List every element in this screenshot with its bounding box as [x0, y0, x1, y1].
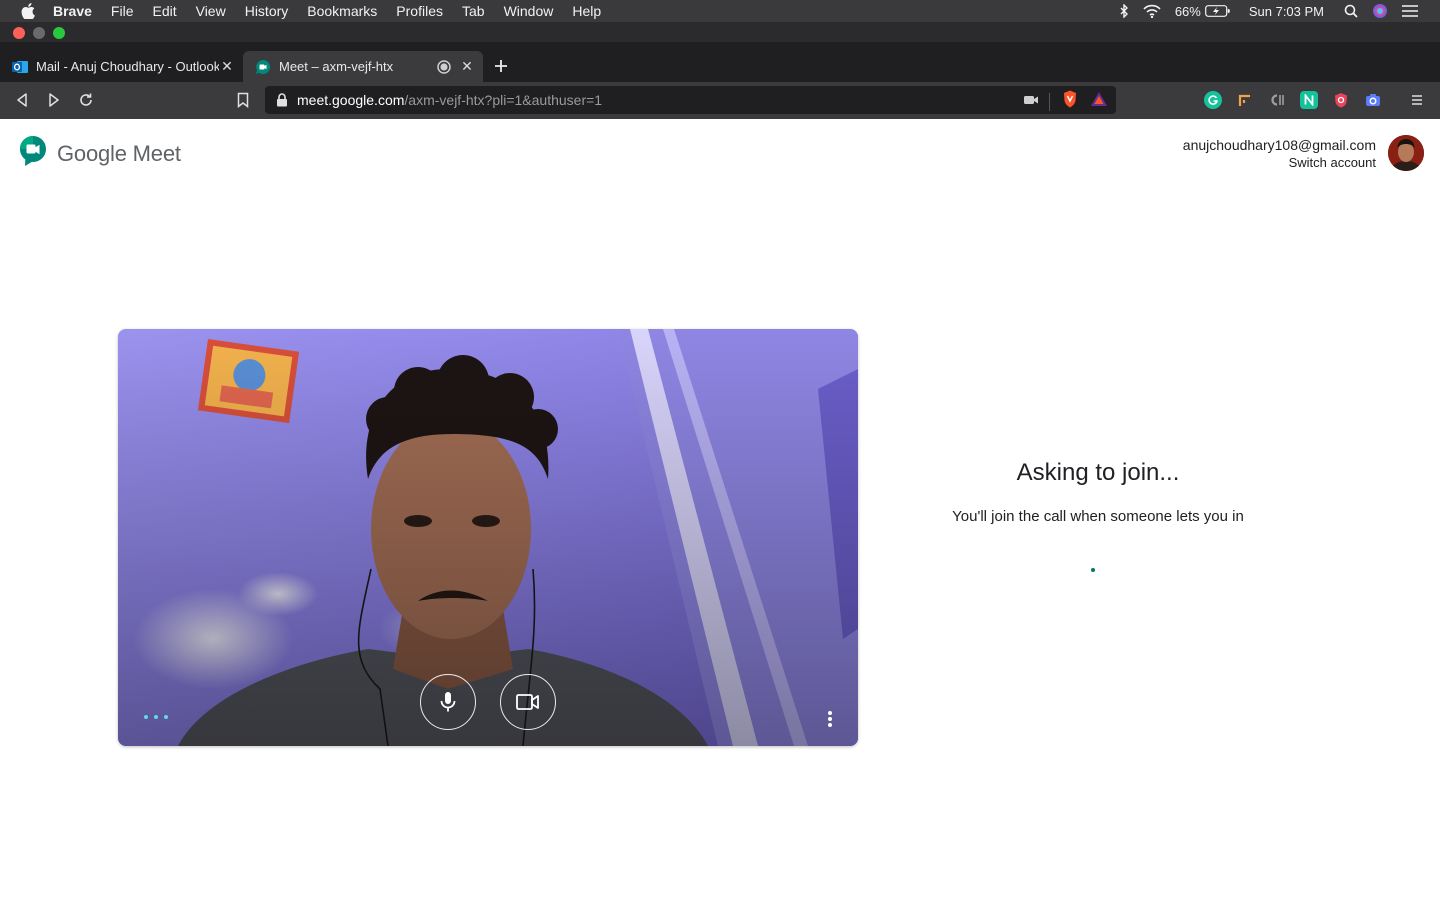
tab-title: Meet – axm-vejf-htx: [279, 59, 394, 74]
battery-icon[interactable]: [1204, 5, 1231, 17]
forward-button[interactable]: [44, 90, 64, 110]
tab-outlook-mail[interactable]: Mail - Anuj Choudhary - Outlook ✕: [0, 51, 243, 82]
camera-video-frame: [118, 329, 858, 746]
browser-toolbar: meet.google.com/axm-vejf-htx?pli=1&authu…: [0, 82, 1440, 119]
account-email: anujchoudhary108@gmail.com: [1182, 137, 1376, 153]
google-meet-logo[interactable]: Google Meet: [19, 135, 181, 172]
menubar-clock[interactable]: Sun 7:03 PM: [1249, 4, 1324, 19]
address-bar-actions: [1011, 90, 1108, 113]
grammarly-extension-icon[interactable]: [1204, 91, 1222, 109]
join-status-title: Asking to join...: [1016, 459, 1180, 486]
screenshot-extension-icon[interactable]: [1364, 91, 1382, 109]
camera-preview: [118, 329, 858, 746]
tab-strip: Mail - Anuj Choudhary - Outlook ✕ Meet –…: [0, 42, 1440, 82]
loading-spinner-icon: [1091, 568, 1095, 572]
google-meet-page: Google Meet anujchoudhary108@gmail.com S…: [0, 119, 1440, 900]
camera-toggle-button[interactable]: [500, 674, 556, 730]
macos-menu-bar: Brave File Edit View History Bookmarks P…: [0, 0, 1440, 22]
window-close-button[interactable]: [13, 27, 25, 39]
tab-close-icon[interactable]: ✕: [219, 58, 235, 75]
brave-shields-icon[interactable]: [1062, 90, 1078, 113]
window-minimize-button[interactable]: [33, 27, 45, 39]
outlook-icon: [12, 59, 28, 75]
tab-google-meet[interactable]: Meet – axm-vejf-htx ✕: [243, 51, 483, 82]
logo-text: Google Meet: [57, 140, 181, 166]
url-text[interactable]: meet.google.com/axm-vejf-htx?pli=1&authu…: [297, 92, 602, 108]
recording-indicator-icon: [437, 59, 451, 74]
back-button[interactable]: [12, 90, 32, 110]
menu-app-name[interactable]: Brave: [53, 3, 92, 19]
switch-account-link[interactable]: Switch account: [1183, 155, 1376, 170]
address-bar[interactable]: meet.google.com/axm-vejf-htx?pli=1&authu…: [265, 86, 1116, 114]
menu-view[interactable]: View: [196, 3, 226, 19]
siri-icon[interactable]: [1372, 3, 1388, 19]
url-host: meet.google.com: [297, 92, 405, 108]
extension-orange-icon[interactable]: [1236, 91, 1254, 109]
menu-edit[interactable]: Edit: [152, 3, 176, 19]
menu-help[interactable]: Help: [572, 3, 601, 19]
account-info: anujchoudhary108@gmail.com Switch accoun…: [1183, 137, 1376, 170]
camera-in-use-icon[interactable]: [1023, 93, 1039, 111]
url-path: /axm-vejf-htx?pli=1&authuser=1: [404, 92, 603, 108]
video-camera-icon: [516, 694, 539, 710]
wifi-icon[interactable]: [1143, 4, 1161, 18]
apple-icon[interactable]: [19, 2, 37, 20]
menu-file[interactable]: File: [111, 3, 134, 19]
notion-extension-icon[interactable]: [1300, 91, 1318, 109]
microphone-icon: [440, 692, 456, 712]
dot: [828, 711, 832, 715]
tab-title: Mail - Anuj Choudhary - Outlook: [36, 59, 219, 74]
bookmark-icon[interactable]: [233, 90, 253, 110]
dot: [164, 715, 168, 719]
menu-bookmarks[interactable]: Bookmarks: [307, 3, 377, 19]
extension-c-icon[interactable]: [1268, 91, 1286, 109]
window-titlebar: [0, 22, 1440, 42]
google-meet-logo-icon: [19, 135, 47, 172]
google-meet-icon: [255, 59, 271, 75]
visual-effects-indicator-icon[interactable]: [144, 713, 168, 721]
dot: [154, 715, 158, 719]
menu-profiles[interactable]: Profiles: [396, 3, 443, 19]
control-center-icon[interactable]: [1402, 5, 1418, 17]
lock-icon[interactable]: [276, 93, 288, 107]
dot: [828, 723, 832, 727]
extension-shield-icon[interactable]: [1332, 91, 1350, 109]
more-options-icon[interactable]: [818, 707, 842, 731]
avatar[interactable]: [1388, 135, 1424, 171]
browser-menu-icon[interactable]: [1408, 91, 1426, 109]
bluetooth-icon[interactable]: [1119, 4, 1129, 18]
join-status-subtitle: You'll join the call when someone lets y…: [952, 508, 1244, 525]
tab-close-icon[interactable]: ✕: [459, 58, 475, 75]
battery-percentage: 66%: [1174, 3, 1201, 19]
separator: [1049, 92, 1050, 111]
reload-button[interactable]: [76, 90, 96, 110]
microphone-toggle-button[interactable]: [420, 674, 476, 730]
menu-window[interactable]: Window: [504, 3, 554, 19]
brave-rewards-icon[interactable]: [1090, 91, 1108, 112]
menu-tab[interactable]: Tab: [462, 3, 485, 19]
menu-history[interactable]: History: [245, 3, 289, 19]
join-status-panel: Asking to join... You'll join the call w…: [930, 459, 1266, 572]
dot: [144, 715, 148, 719]
spotlight-search-icon[interactable]: [1344, 4, 1358, 18]
new-tab-button[interactable]: [490, 55, 512, 77]
dot: [828, 717, 832, 721]
window-zoom-button[interactable]: [53, 27, 65, 39]
